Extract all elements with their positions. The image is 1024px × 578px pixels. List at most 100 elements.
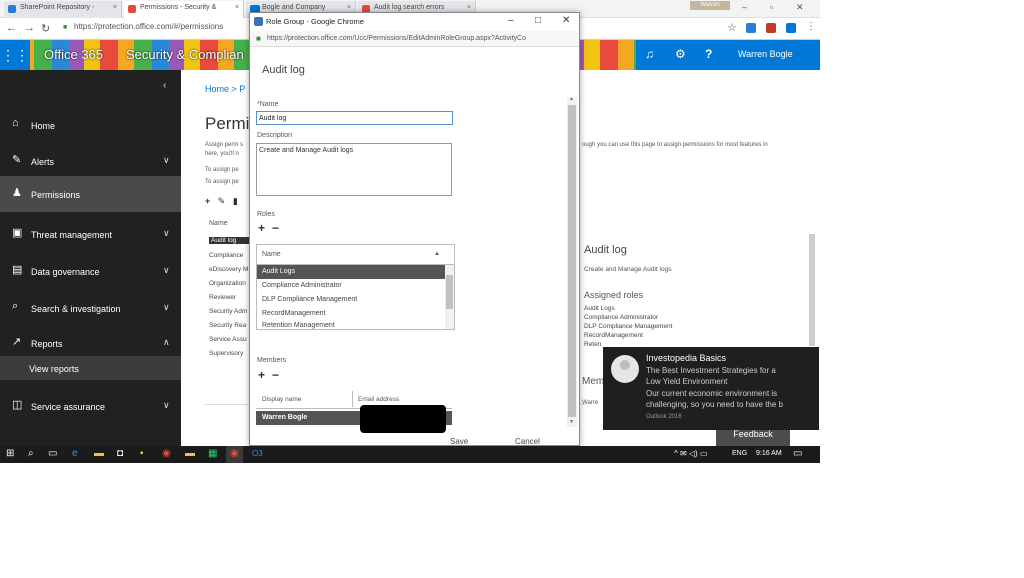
nav-item-alerts[interactable]: ✎ Alerts ∨ (0, 143, 181, 179)
clock[interactable]: 9:16 AM (756, 450, 782, 457)
file-explorer-icon[interactable]: ▬ (94, 448, 104, 459)
browser-tab-permissions[interactable]: Permissions - Security & × (124, 1, 244, 18)
search-icon[interactable]: ⌕ (28, 448, 34, 459)
brand-office[interactable]: Office 365 (44, 47, 103, 62)
remove-member-icon[interactable]: − (272, 368, 279, 382)
description-input[interactable]: Create and Manage Audit logs (256, 143, 452, 196)
roles-header[interactable]: Name ▲ (257, 245, 454, 265)
nav-label: Reports (31, 339, 63, 349)
pdf-extension-icon[interactable] (766, 23, 776, 33)
chrome-icon[interactable]: ◉ (230, 448, 239, 459)
brand-app: Security & Complian (126, 47, 244, 62)
minimize-icon[interactable]: – (742, 2, 747, 12)
help-icon[interactable]: ? (705, 47, 712, 61)
gear-icon[interactable]: ⚙ (675, 47, 686, 61)
folder-icon[interactable]: ▬ (185, 448, 195, 459)
page-description: To assign pe (205, 179, 239, 185)
excel-icon[interactable]: ▦ (208, 448, 217, 459)
toast-notification[interactable]: Investopedia Basics The Best Investment … (603, 347, 819, 430)
close-icon[interactable]: × (235, 4, 239, 11)
remove-role-icon[interactable]: − (272, 221, 279, 235)
cancel-button[interactable]: Cancel (515, 437, 540, 445)
delete-icon[interactable]: ▮ (233, 196, 238, 206)
page-description: Assign perm s (205, 142, 244, 148)
app-launcher-icon[interactable]: ⋮⋮ (0, 40, 30, 70)
store-icon[interactable]: ◘ (117, 448, 123, 459)
sort-ascending-icon[interactable]: ▲ (434, 251, 440, 257)
system-tray[interactable]: ^ ✉ ◁) ▭ (674, 449, 708, 458)
browser-tab-sharepoint[interactable]: SharePoint Repository - × (4, 1, 122, 18)
user-name[interactable]: Warren Bogle (738, 49, 793, 59)
maximize-icon[interactable]: □ (535, 15, 541, 26)
nav-item-search-investigation[interactable]: ⌕ Search & investigation ∨ (0, 290, 181, 326)
edge-icon[interactable]: e (72, 448, 78, 459)
role-row[interactable]: Audit Logs (257, 265, 445, 279)
windows-start-icon[interactable]: ⊞ (6, 448, 14, 459)
nav-item-home[interactable]: ⌂ Home (0, 107, 181, 143)
star-icon[interactable]: ☆ (727, 21, 737, 34)
dialog-url[interactable]: https://protection.office.com/Ucc/Permis… (267, 35, 526, 42)
members-list: Display name Email address Warren Bogle (256, 391, 452, 433)
url-field[interactable]: https://protection.office.com/#/permissi… (74, 22, 223, 31)
members-column-display-name[interactable]: Display name (262, 396, 301, 403)
role-row[interactable]: Compliance Administrator (257, 279, 445, 293)
chrome-icon[interactable]: ◉ (162, 448, 171, 459)
menu-icon[interactable]: ⋮ (806, 21, 816, 32)
extension-icon[interactable] (786, 23, 796, 33)
close-icon[interactable]: ✕ (796, 2, 804, 13)
edit-icon[interactable]: ✎ (218, 196, 226, 206)
minimize-icon[interactable]: – (508, 15, 514, 26)
extension-icon[interactable] (746, 23, 756, 33)
outlook-icon[interactable]: O3 (252, 449, 263, 458)
dialog-titlebar: Role Group - Google Chrome – □ ✕ (250, 13, 579, 31)
role-row[interactable]: RecordManagement (257, 307, 445, 321)
chevron-down-icon: ∨ (163, 400, 170, 410)
task-view-icon[interactable]: ▭ (48, 448, 57, 459)
member-name: Warren Bogle (262, 414, 308, 421)
maximize-icon[interactable]: ▫ (770, 2, 773, 12)
close-icon[interactable]: × (113, 4, 117, 11)
tab-label: SharePoint Repository - (20, 4, 95, 11)
scrollbar-thumb[interactable] (568, 105, 576, 417)
scroll-down-icon[interactable]: ▼ (569, 419, 574, 425)
scroll-up-icon[interactable]: ▲ (569, 96, 574, 102)
app-icon[interactable]: ▪ (140, 448, 144, 459)
close-icon[interactable]: ✕ (562, 15, 570, 26)
office-icon (254, 17, 263, 26)
members-column-email[interactable]: Email address (358, 396, 399, 403)
back-icon[interactable]: ← (6, 22, 17, 34)
add-role-icon[interactable]: + (258, 221, 265, 235)
people-icon: ♟ (12, 187, 22, 199)
close-icon[interactable]: × (347, 4, 351, 11)
tab-label: Permissions - Security & (140, 4, 217, 11)
list-header[interactable]: Name (209, 220, 228, 227)
detail-scrollbar[interactable] (809, 234, 815, 346)
notification-center-icon[interactable]: ▭ (793, 448, 802, 459)
dialog-scrollbar[interactable]: ▲ ▼ (567, 96, 577, 427)
nav-item-data-governance[interactable]: ▤ Data governance ∨ (0, 253, 181, 289)
close-icon[interactable]: × (467, 4, 471, 11)
nav-item-threat-management[interactable]: ▣ Threat management ∨ (0, 216, 181, 252)
collapse-nav-icon[interactable]: ‹ (163, 80, 166, 91)
home-icon: ⌂ (12, 117, 19, 129)
language-indicator[interactable]: ENG (732, 450, 747, 457)
role-row[interactable]: Retention Management (257, 321, 445, 329)
scrollbar-thumb[interactable] (446, 275, 453, 309)
forward-icon[interactable]: → (24, 22, 35, 34)
wrench-icon: ✎ (12, 154, 22, 166)
member-row[interactable]: Warren Bogle (256, 405, 452, 433)
dialog-heading: Audit log (262, 64, 305, 76)
name-input[interactable] (256, 111, 453, 125)
nav-subitem-view-reports[interactable]: View reports (0, 356, 181, 380)
add-icon[interactable]: + (205, 196, 210, 206)
nav-item-permissions[interactable]: ♟ Permissions (0, 176, 181, 212)
breadcrumb[interactable]: Home > P (205, 84, 245, 94)
nav-item-service-assurance[interactable]: ◫ Service assurance ∨ (0, 388, 181, 424)
add-member-icon[interactable]: + (258, 368, 265, 382)
profile-badge[interactable]: Warren (690, 1, 730, 10)
reload-icon[interactable]: ↻ (41, 22, 50, 35)
save-button[interactable]: Save (450, 437, 468, 445)
bell-icon[interactable]: ♫ (645, 47, 654, 61)
roles-scrollbar[interactable] (445, 265, 454, 329)
role-row[interactable]: DLP Compliance Management (257, 293, 445, 307)
